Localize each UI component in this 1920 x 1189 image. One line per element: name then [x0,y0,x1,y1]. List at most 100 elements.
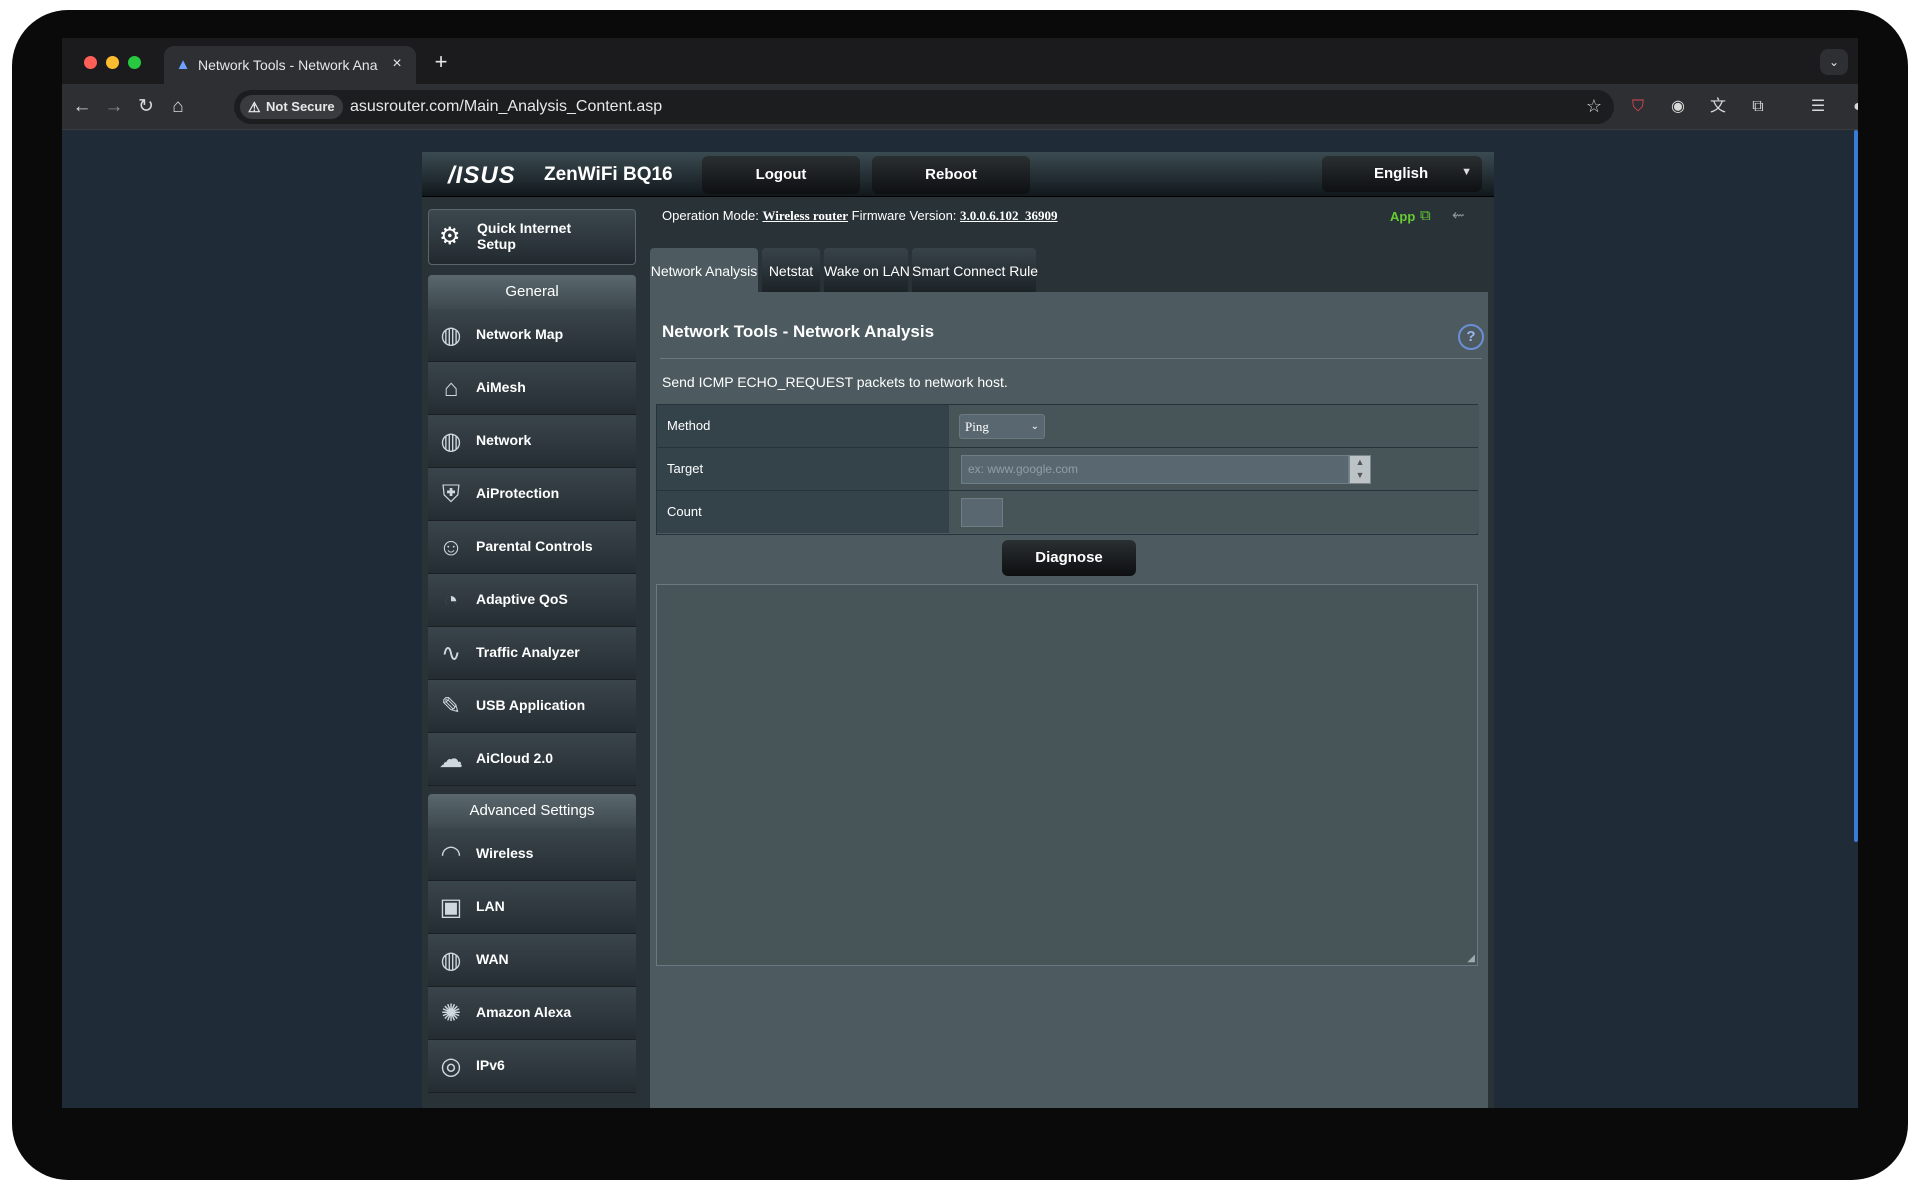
reboot-button[interactable]: Reboot [872,156,1030,194]
logout-button[interactable]: Logout [702,156,860,194]
general-section-header: General [428,275,636,309]
sidebar-item-aicloud[interactable]: ☁ AiCloud 2.0 [428,733,636,786]
firmware-label: Firmware Version: [851,208,957,223]
sidebar-item-traffic-analyzer[interactable]: ∿ Traffic Analyzer [428,627,636,680]
op-mode-link[interactable]: Wireless router [762,208,848,223]
sidebar-item-label: Network Map [476,326,564,342]
sidebar-item-label: Amazon Alexa [476,1004,572,1020]
target-value-cell: ex: www.google.com ▲ ▼ [949,448,1479,490]
back-arrow-icon[interactable]: ← [70,95,94,119]
home-icon[interactable]: ⌂ [166,95,190,119]
tab-search-chevron-icon[interactable]: ⌄ [1820,49,1848,75]
tab-wake-on-lan[interactable]: Wake on LAN [824,248,910,294]
page-viewport: /ISUS ZenWiFi BQ16 Logout Reboot English… [62,130,1858,1108]
cloud-icon: ☁ [439,746,463,773]
diagnose-button[interactable]: Diagnose [1002,540,1136,576]
method-label: Method [657,405,949,447]
extensions-puzzle-icon[interactable]: ⧉ [1746,95,1770,119]
security-indicator[interactable]: ⚠ Not Secure [240,95,343,119]
sidebar-item-label: Parental Controls [476,538,593,554]
count-input[interactable] [961,498,1003,527]
ipv6-icon: ◎ [440,1053,462,1080]
sidebar-item-wan[interactable]: ◍ WAN [428,934,636,987]
target-label: Target [657,448,949,490]
output-textarea[interactable]: ◢ [656,584,1478,966]
sidebar-item-label: USB Application [476,697,586,713]
browser-toolbar: ← → ↻ ⌂ ⚠ Not Secure asusrouter.com/Main… [62,84,1858,130]
tab-network-analysis[interactable]: Network Analysis [650,248,758,294]
op-mode-label: Operation Mode: [662,208,759,223]
resize-grip-icon[interactable]: ◢ [1467,953,1475,964]
count-label: Count [657,491,949,533]
security-label: Not Secure [266,99,335,114]
browser-tab-active[interactable]: ▲ Network Tools - Network Ana × [164,46,416,84]
tab-title: Network Tools - Network Ana [198,57,378,73]
sidebar-item-label: IPv6 [476,1057,505,1073]
router-banner: /ISUS ZenWiFi BQ16 Logout Reboot English… [422,152,1494,197]
page-scrollbar[interactable] [1854,130,1858,842]
pocket-icon[interactable]: ⛉ [1626,95,1650,119]
target-dropdown-stepper-icon[interactable]: ▲ ▼ [1349,455,1371,484]
address-bar[interactable]: ⚠ Not Secure asusrouter.com/Main_Analysi… [234,90,1614,124]
advanced-section-header: Advanced Settings [428,794,636,828]
sidebar-item-ipv6[interactable]: ◎ IPv6 [428,1040,636,1093]
sidebar-item-label: Wireless [476,845,534,861]
network-globe-icon: ◍ [440,428,462,455]
translate-extension-icon[interactable]: 文 [1706,95,1730,119]
usb-status-icon[interactable]: ⇜ [1452,206,1465,224]
language-label: English [1374,165,1429,182]
alexa-icon: ✺ [440,1000,462,1027]
globe-icon: ◍ [440,322,462,349]
method-select[interactable]: Ping ⌄ [959,414,1045,439]
sidebar-item-lan[interactable]: ▣ LAN [428,881,636,934]
profile-avatar-icon[interactable]: ● [1846,95,1858,119]
sidebar-item-label: Network [476,432,532,448]
caret-down-icon: ▼ [1461,166,1472,178]
sidebar-item-wireless[interactable]: ◠ Wireless [428,828,636,881]
minimize-window-button[interactable] [106,56,119,69]
bookmark-star-icon[interactable]: ☆ [1586,96,1602,117]
sidebar-item-aiprotection[interactable]: ⛨ AiProtection [428,468,636,521]
sidebar-item-network[interactable]: ◍ Network [428,415,636,468]
sidebar-item-parental-controls[interactable]: ☺ Parental Controls [428,521,636,574]
shield-icon: ⛨ [442,481,460,508]
url-text[interactable]: asusrouter.com/Main_Analysis_Content.asp [350,98,662,116]
help-icon[interactable]: ? [1458,324,1484,350]
analysis-form: Method Ping ⌄ Target ex: www.google.com [656,404,1479,535]
sidebar-item-usb-application[interactable]: ✎ USB Application [428,680,636,733]
general-nav-list: ◍ Network Map ⌂ AiMesh ◍ Network ⛨ AiProtect… [428,309,636,786]
sidebar-item-adaptive-qos[interactable]: ◔ Adaptive QoS [428,574,636,627]
new-tab-button[interactable]: + [430,51,452,73]
sidebar-item-label: AiMesh [476,379,526,395]
sidebar-item-aimesh[interactable]: ⌂ AiMesh [428,362,636,415]
tab-smart-connect-rule[interactable]: Smart Connect Rule [912,248,1038,294]
sidebar-item-network-map[interactable]: ◍ Network Map [428,309,636,362]
maximize-window-button[interactable] [128,56,141,69]
count-row: Count [657,491,1479,534]
sidebar-item-label: Adaptive QoS [476,591,568,607]
quick-internet-setup-button[interactable]: ⚙ Quick Internet Setup [428,209,636,265]
operation-mode-line: Operation Mode: Wireless router Firmware… [662,208,1058,224]
reload-icon[interactable]: ↻ [134,95,158,119]
chevron-down-icon: ⌄ [1030,421,1039,432]
tab-strip: ▲ Network Tools - Network Ana × + ⌄ [62,38,1858,84]
sidebar-item-label: Traffic Analyzer [476,644,580,660]
tab-netstat[interactable]: Netstat [762,248,820,294]
asus-logo: /ISUS [448,162,516,189]
firmware-link[interactable]: 3.0.0.6.102_36909 [960,208,1058,223]
close-window-button[interactable] [84,56,97,69]
title-divider [660,358,1482,359]
panel-description: Send ICMP ECHO_REQUEST packets to networ… [662,374,1008,390]
reading-list-icon[interactable]: ☰ [1806,95,1830,119]
sidebar-item-label: AiProtection [476,485,560,501]
sidebar-item-amazon-alexa[interactable]: ✺ Amazon Alexa [428,987,636,1040]
advanced-nav-list: ◠ Wireless ▣ LAN ◍ WAN ✺ Amazon Alexa ◎ IPv6 [428,828,636,1093]
forward-arrow-icon[interactable]: → [102,95,126,119]
wan-globe-icon: ◍ [440,947,462,974]
app-devices-icon[interactable]: ⧉ [1420,207,1431,224]
target-input[interactable]: ex: www.google.com [961,455,1349,484]
vpn-extension-icon[interactable]: ◉ [1666,95,1690,119]
app-label[interactable]: App [1390,209,1415,224]
tab-close-icon[interactable]: × [388,55,406,73]
language-select[interactable]: English ▼ [1322,156,1482,192]
